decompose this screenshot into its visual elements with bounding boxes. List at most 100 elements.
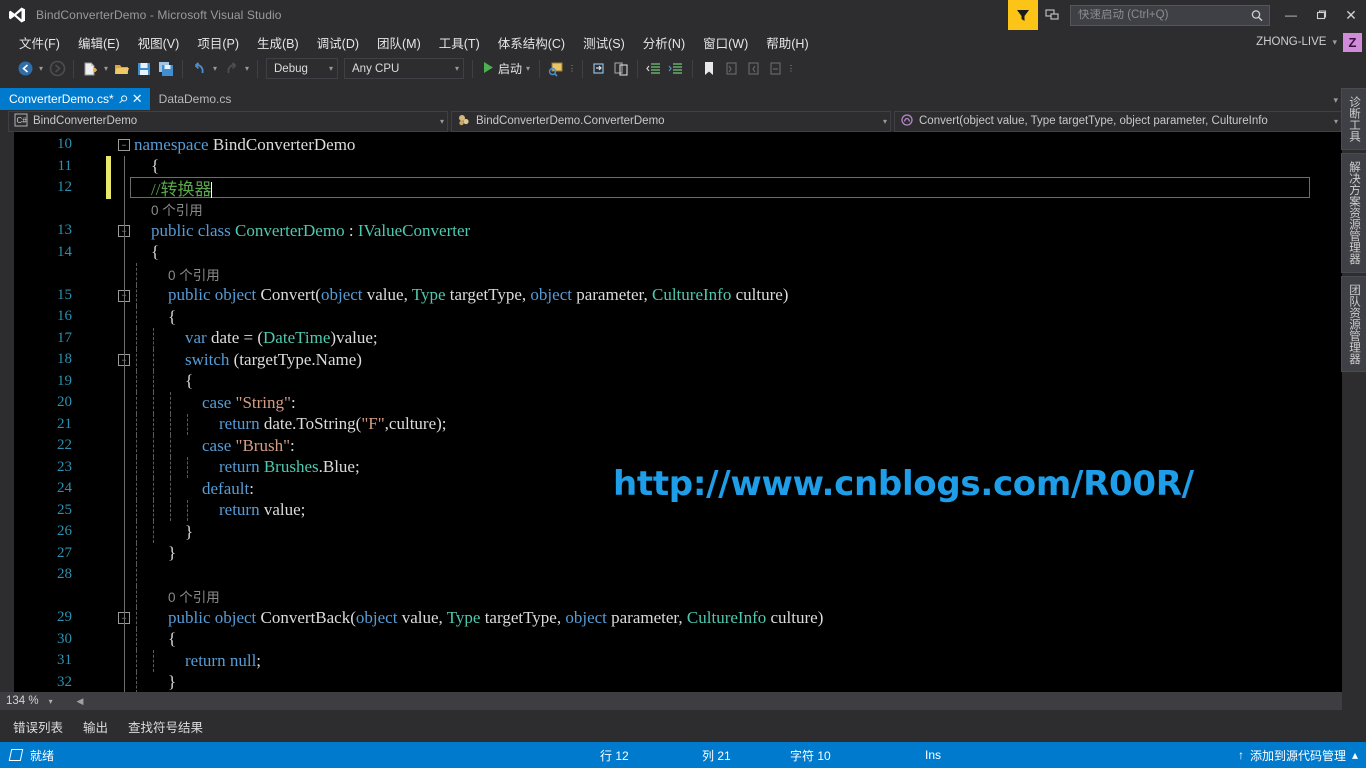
step-over-icon[interactable]: [610, 58, 632, 80]
pin-icon[interactable]: ⚲: [115, 92, 130, 106]
codelens-reference[interactable]: 0 个引用: [151, 199, 203, 219]
chevron-down-icon[interactable]: ▾: [879, 117, 887, 126]
chevron-down-icon[interactable]: ▾: [455, 64, 459, 73]
chevron-down-icon[interactable]: ▾: [49, 697, 53, 706]
menu-item-help[interactable]: 帮助(H): [757, 30, 817, 55]
new-project-icon[interactable]: [79, 58, 101, 80]
quick-launch-box[interactable]: [1070, 4, 1270, 26]
panel-tab-error-list[interactable]: 错误列表: [4, 712, 72, 741]
maximize-button[interactable]: [1306, 0, 1336, 30]
save-all-icon[interactable]: [155, 58, 177, 80]
code-line[interactable]: 19 {: [0, 370, 1310, 392]
close-button[interactable]: ✕: [1336, 0, 1366, 30]
tab-converterdemo[interactable]: ConverterDemo.cs* ⚲ ✕: [0, 88, 150, 110]
code-line[interactable]: 10 − namespace BindConverterDemo: [0, 134, 1310, 156]
increase-indent-icon[interactable]: [665, 58, 687, 80]
avatar[interactable]: Z: [1343, 32, 1362, 52]
code-line[interactable]: 17 var date = (DateTime)value;: [0, 327, 1310, 349]
codelens-reference[interactable]: 0 个引用: [168, 264, 220, 284]
tab-overflow-icon[interactable]: ▾: [1333, 95, 1338, 106]
menu-item-test[interactable]: 测试(S): [574, 30, 634, 55]
code-line[interactable]: 11 {: [0, 155, 1310, 177]
collapse-toggle-icon[interactable]: −: [118, 139, 130, 151]
chevron-down-icon[interactable]: ▾: [329, 64, 333, 73]
code-line[interactable]: 14 {: [0, 241, 1310, 263]
chevron-up-icon[interactable]: ▴: [1352, 748, 1358, 762]
code-line[interactable]: 21 return date.ToString("F",culture);: [0, 413, 1310, 435]
navbar-type-combo[interactable]: BindConverterDemo.ConverterDemo ▾: [451, 110, 891, 132]
tool-tab-diagnostics[interactable]: 诊断工具: [1341, 88, 1366, 150]
feedback-icon[interactable]: [1008, 0, 1038, 30]
menu-item-tools[interactable]: 工具(T): [430, 30, 489, 55]
chevron-down-icon[interactable]: ▾: [1332, 37, 1337, 48]
codelens-reference[interactable]: 0 个引用: [168, 586, 220, 606]
start-debug-button[interactable]: 启动 ▾: [478, 58, 534, 80]
code-line[interactable]: 12 //转换器: [0, 177, 1310, 199]
menu-item-debug[interactable]: 调试(D): [308, 30, 368, 55]
chevron-down-icon[interactable]: ▾: [526, 64, 530, 73]
attach-dropdown-icon[interactable]: ⋮: [567, 64, 577, 73]
undo-dropdown-icon[interactable]: ▾: [210, 64, 220, 73]
code-line[interactable]: 0 个引用: [0, 263, 1310, 285]
solution-configuration-combo[interactable]: Debug ▾: [266, 58, 338, 79]
code-line[interactable]: 16 {: [0, 306, 1310, 328]
code-text-area[interactable]: 10 − namespace BindConverterDemo 11 {12 //转换器…: [0, 134, 1310, 692]
menu-item-view[interactable]: 视图(V): [129, 30, 189, 55]
horizontal-scroll-track[interactable]: [88, 692, 1342, 710]
tool-tab-solution-explorer[interactable]: 解决方案资源管理器: [1341, 153, 1366, 273]
navbar-member-combo[interactable]: Convert(object value, Type targetType, o…: [894, 110, 1342, 132]
editor-zoom-combo[interactable]: 134 % ▾: [0, 692, 72, 710]
menu-item-architecture[interactable]: 体系结构(C): [489, 30, 574, 55]
code-line[interactable]: 32}: [0, 671, 1310, 692]
bookmark-icon[interactable]: [698, 58, 720, 80]
code-line[interactable]: 0 个引用: [0, 198, 1310, 220]
code-line[interactable]: 29−public object ConvertBack(object valu…: [0, 607, 1310, 629]
code-line[interactable]: 30 {: [0, 628, 1310, 650]
code-line[interactable]: 26}: [0, 521, 1310, 543]
attach-process-icon[interactable]: [545, 58, 567, 80]
solution-platform-combo[interactable]: Any CPU ▾: [344, 58, 464, 79]
toolbar-overflow-icon[interactable]: ⋮: [786, 64, 796, 73]
code-line[interactable]: 15−public object Convert(object value, T…: [0, 284, 1310, 306]
menu-item-team[interactable]: 团队(M): [368, 30, 430, 55]
undo-icon[interactable]: [188, 58, 210, 80]
step-into-icon[interactable]: [588, 58, 610, 80]
code-editor[interactable]: 10 − namespace BindConverterDemo 11 {12 //转换器…: [0, 132, 1342, 692]
close-icon[interactable]: ✕: [132, 91, 143, 107]
decrease-indent-icon[interactable]: [643, 58, 665, 80]
quick-launch-input[interactable]: [1071, 9, 1239, 21]
scroll-left-icon[interactable]: ◀: [72, 696, 88, 707]
code-line[interactable]: 31 return null;: [0, 650, 1310, 672]
menu-item-window[interactable]: 窗口(W): [694, 30, 757, 55]
code-line[interactable]: 22 case "Brush":: [0, 435, 1310, 457]
panel-tab-find-symbol[interactable]: 查找符号结果: [119, 712, 212, 741]
code-line[interactable]: 20 case "String":: [0, 392, 1310, 414]
tab-datademo[interactable]: DataDemo.cs: [150, 88, 239, 110]
code-line[interactable]: 0 个引用: [0, 585, 1310, 607]
code-line[interactable]: 18−switch (targetType.Name): [0, 349, 1310, 371]
code-line[interactable]: 13−public class ConverterDemo : IValueCo…: [0, 220, 1310, 242]
menu-item-file[interactable]: 文件(F): [10, 30, 69, 55]
editor-horizontal-scrollbar[interactable]: 134 % ▾ ◀: [0, 692, 1342, 710]
menu-item-project[interactable]: 项目(P): [188, 30, 248, 55]
tool-tab-team-explorer[interactable]: 团队资源管理器: [1341, 275, 1366, 372]
chevron-down-icon[interactable]: ▾: [1330, 117, 1338, 126]
menu-item-analyze[interactable]: 分析(N): [634, 30, 694, 55]
open-file-icon[interactable]: [111, 58, 133, 80]
minimize-button[interactable]: —: [1276, 0, 1306, 30]
code-line[interactable]: 27}: [0, 542, 1310, 564]
navigate-back-icon[interactable]: [14, 58, 36, 80]
panel-tab-output[interactable]: 输出: [74, 712, 117, 741]
chevron-down-icon[interactable]: ▾: [436, 117, 444, 126]
save-icon[interactable]: [133, 58, 155, 80]
notifications-icon[interactable]: [1038, 0, 1066, 30]
navbar-project-combo[interactable]: C# BindConverterDemo ▾: [8, 110, 448, 132]
account-area[interactable]: ZHONG-LIVE ▾ Z: [1256, 30, 1362, 54]
menu-item-build[interactable]: 生成(B): [248, 30, 308, 55]
indent-guide: [136, 263, 137, 285]
new-project-dropdown-icon[interactable]: ▾: [101, 64, 111, 73]
status-source-control[interactable]: ↑ 添加到源代码管理 ▴: [1238, 747, 1358, 764]
code-line[interactable]: 28: [0, 564, 1310, 586]
menu-item-edit[interactable]: 编辑(E): [69, 30, 129, 55]
back-dropdown-icon[interactable]: ▾: [36, 64, 46, 73]
